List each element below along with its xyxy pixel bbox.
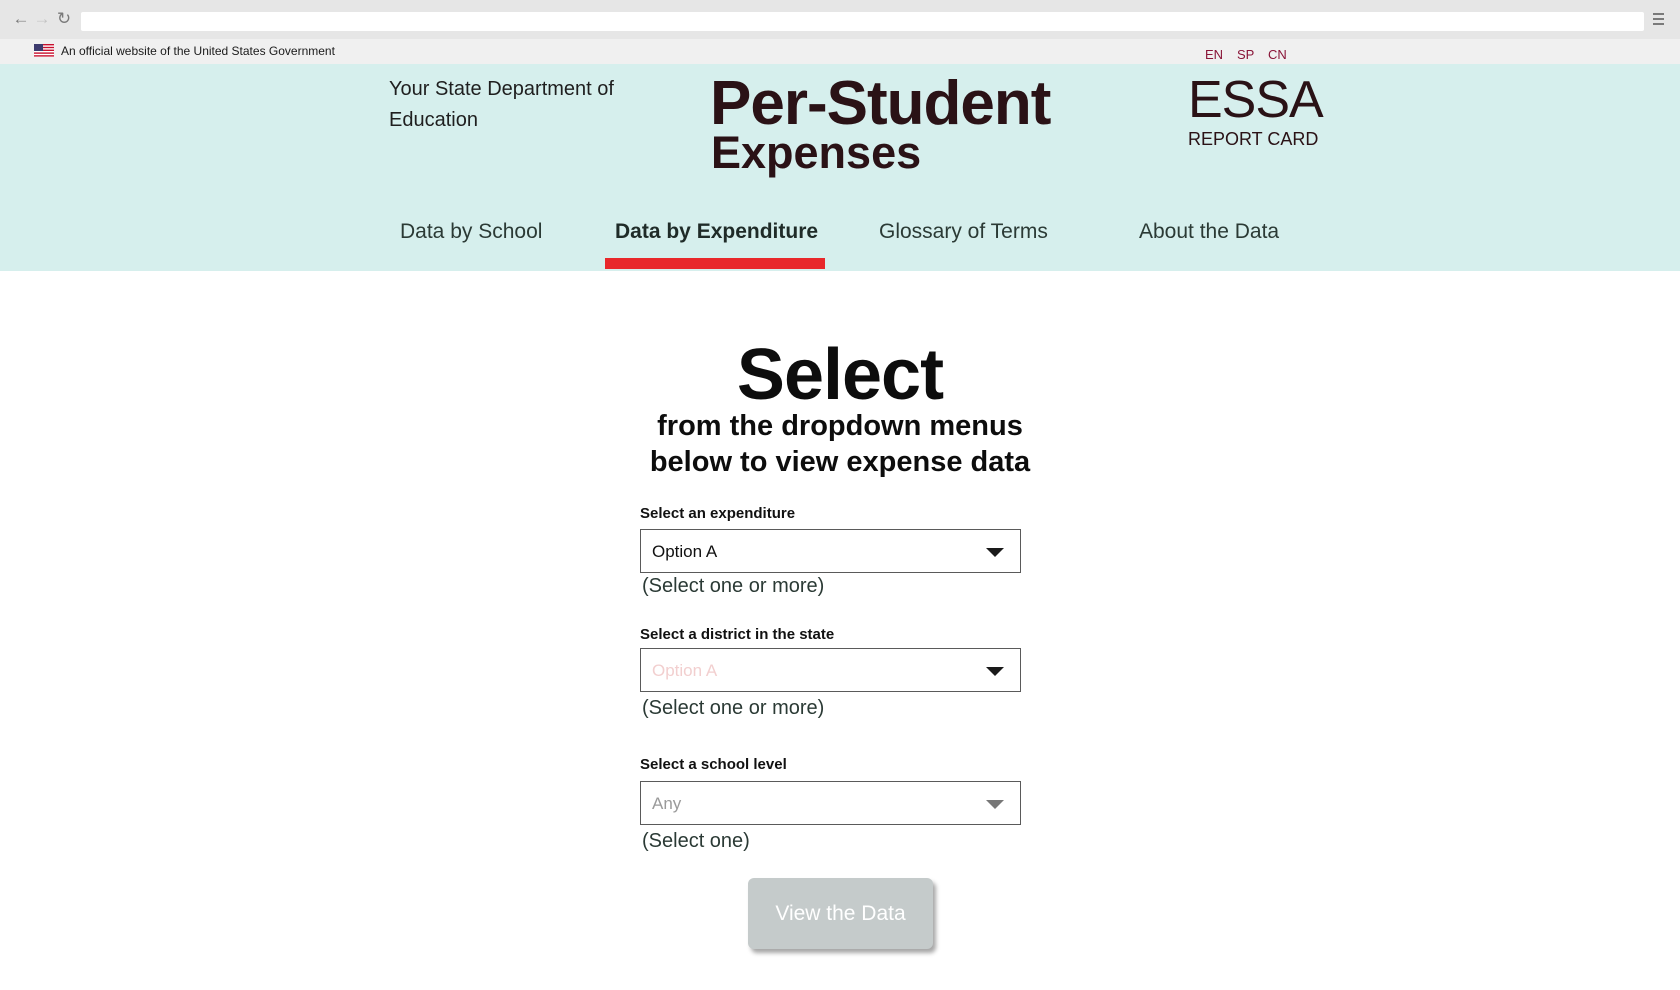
view-the-data-button[interactable]: View the Data xyxy=(748,878,933,949)
tab-data-by-school[interactable]: Data by School xyxy=(400,220,542,244)
gov-banner: An official website of the United States… xyxy=(0,39,1680,64)
hamburger-menu-icon[interactable] xyxy=(1648,10,1668,28)
site-header: Your State Department of Education Per-S… xyxy=(0,64,1680,271)
expenditure-label: Select an expenditure xyxy=(640,505,796,522)
browser-toolbar: ← → ↻ xyxy=(0,0,1680,39)
essa-logo-main[interactable]: ESSA xyxy=(1188,72,1324,128)
address-bar[interactable] xyxy=(81,12,1644,31)
district-label: Select a district in the state xyxy=(640,626,835,643)
page-heading: Select xyxy=(736,335,944,415)
expenditure-hint: (Select one or more) xyxy=(642,575,825,597)
forward-arrow-icon[interactable]: → xyxy=(33,10,51,28)
essa-logo-sub[interactable]: REPORT CARD xyxy=(1188,128,1318,150)
school-level-hint: (Select one) xyxy=(642,830,750,852)
tab-data-by-expenditure[interactable]: Data by Expenditure xyxy=(615,220,818,244)
department-name[interactable]: Your State Department of Education xyxy=(389,74,639,136)
subheading-line1: from the dropdown menus xyxy=(657,410,1023,442)
back-arrow-icon[interactable]: ← xyxy=(12,10,30,28)
site-title-line2: Expenses xyxy=(711,127,922,178)
language-sp-link[interactable]: SP xyxy=(1237,47,1254,62)
caret-down-icon xyxy=(986,800,1004,809)
district-selected-value: Option A xyxy=(652,661,718,680)
tab-about-the-data[interactable]: About the Data xyxy=(1139,220,1279,244)
expenditure-selected-value: Option A xyxy=(652,542,718,561)
caret-down-icon xyxy=(986,667,1004,676)
district-hint: (Select one or more) xyxy=(642,697,825,719)
subheading-line2: below to view expense data xyxy=(649,446,1031,478)
active-tab-indicator xyxy=(605,258,825,269)
us-flag-icon xyxy=(34,44,54,57)
school-level-label: Select a school level xyxy=(640,756,787,773)
caret-down-icon xyxy=(986,548,1004,557)
tab-glossary-of-terms[interactable]: Glossary of Terms xyxy=(879,220,1048,244)
page-subheading: from the dropdown menus below to view ex… xyxy=(0,408,1680,480)
district-dropdown[interactable]: Option A xyxy=(640,648,1021,692)
school-level-dropdown[interactable]: Any xyxy=(640,781,1021,825)
expenditure-dropdown[interactable]: Option A xyxy=(640,529,1021,573)
language-cn-link[interactable]: CN xyxy=(1268,47,1287,62)
official-website-text: An official website of the United States… xyxy=(61,44,335,58)
reload-icon[interactable]: ↻ xyxy=(55,10,73,28)
school-level-selected-value: Any xyxy=(652,794,682,813)
language-en-link[interactable]: EN xyxy=(1205,47,1223,62)
